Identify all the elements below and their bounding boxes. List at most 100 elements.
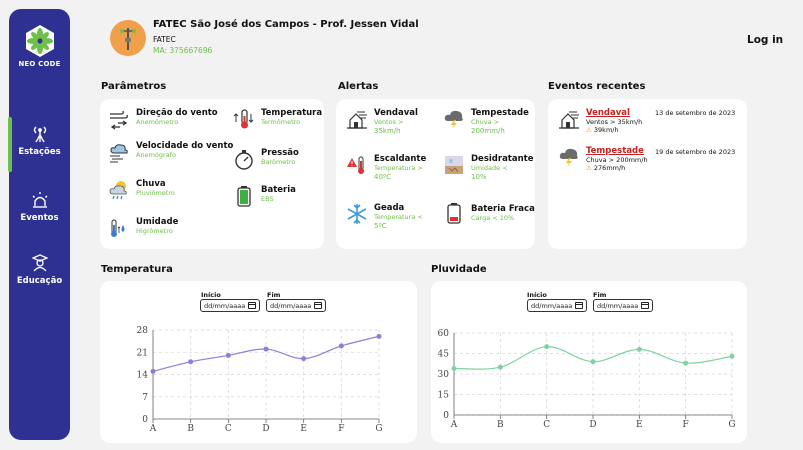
windy-house-icon bbox=[347, 111, 367, 129]
alert-item[interactable]: Desidratante Umidade <10% bbox=[443, 154, 533, 183]
institution-ma: MA: 375667696 bbox=[153, 46, 213, 55]
param-title: Temperatura bbox=[261, 108, 323, 118]
event-title: Vendaval bbox=[586, 108, 630, 118]
param-item[interactable]: Direção do vento Anemômetro bbox=[108, 108, 218, 130]
sidebar: NEO CODE Estações Eventos Educação bbox=[8, 9, 70, 440]
nav-item-eventos[interactable]: Eventos bbox=[9, 192, 70, 223]
data-point bbox=[544, 344, 550, 350]
pluvidade-chart: 0 15 30 45 60 A B C D E F G bbox=[438, 329, 736, 430]
param-sub: Barômetro bbox=[261, 158, 296, 166]
y-tick-label: 30 bbox=[438, 370, 450, 380]
event-item[interactable]: Vendaval Ventos > 35km/h ⚠ 39km/h bbox=[558, 108, 642, 135]
param-title: Pressão bbox=[261, 148, 299, 158]
x-tick-label: E bbox=[300, 424, 307, 434]
eventos-card: Vendaval Ventos > 35km/h ⚠ 39km/h 13 de … bbox=[548, 99, 747, 249]
alert-item[interactable]: Bateria Fraca Carga < 10% bbox=[443, 202, 535, 224]
logo-text: NEO CODE bbox=[18, 60, 61, 68]
nav-label: Educação bbox=[16, 276, 63, 286]
data-point bbox=[338, 343, 344, 349]
nav-item-educacao[interactable]: Educação bbox=[9, 254, 70, 286]
section-title-parametros: Parâmetros bbox=[101, 81, 167, 92]
nav-label: Eventos bbox=[20, 213, 59, 223]
alert-sub: Carga < 10% bbox=[471, 214, 515, 222]
temperatura-chart: 0 7 14 21 28 A B C D E F G bbox=[137, 326, 383, 434]
parametros-card: Direção do vento Anemômetro Temperatura Te… bbox=[100, 99, 324, 249]
param-item[interactable]: Bateria EBS bbox=[233, 185, 296, 207]
data-point bbox=[188, 359, 194, 365]
y-tick-label: 60 bbox=[438, 329, 450, 339]
x-tick-label: B bbox=[497, 420, 504, 430]
event-item[interactable]: Tempestade Chuva > 200mm/h ⚠ 276mm/h bbox=[558, 146, 648, 173]
data-point bbox=[683, 360, 689, 366]
y-tick-label: 0 bbox=[443, 411, 449, 421]
gauge-icon bbox=[235, 150, 253, 170]
data-point bbox=[263, 346, 269, 352]
nav-label: Estações bbox=[18, 147, 61, 157]
alert-title: Desidratante bbox=[471, 154, 534, 164]
x-tick-label: B bbox=[187, 424, 194, 434]
battery-icon bbox=[237, 186, 251, 207]
event-date: 19 de setembro de 2023 bbox=[655, 148, 736, 156]
x-tick-label: D bbox=[589, 420, 596, 430]
data-point bbox=[301, 356, 307, 362]
institution-name: FATEC São José dos Campos - Prof. Jessen… bbox=[153, 19, 419, 30]
alert-value: 200mm/h bbox=[471, 127, 505, 135]
param-sub: Pluviômetro bbox=[136, 189, 175, 197]
alert-item[interactable]: Tempestade Chuva >200mm/h bbox=[443, 108, 529, 137]
param-item[interactable]: Umidade Higrômetro bbox=[108, 217, 178, 239]
alert-sub: Temperatura < bbox=[374, 213, 423, 221]
alert-title: Escaldante bbox=[374, 154, 427, 164]
alertas-card: Vendaval Ventos >35km/h Tempestade Chuva >… bbox=[336, 99, 535, 249]
temperatura-card: Início dd/mm/aaaa Fim dd/mm/aaaa 0 7 14 21 2… bbox=[100, 281, 417, 443]
data-point bbox=[729, 353, 735, 359]
logo[interactable]: NEO CODE bbox=[9, 24, 70, 68]
alert-item[interactable]: Escaldante Temperatura >40ºC bbox=[346, 154, 426, 183]
data-point bbox=[636, 346, 642, 352]
antenna-icon bbox=[33, 126, 46, 143]
event-desc: Ventos > 35km/h bbox=[586, 118, 643, 126]
y-tick-label: 15 bbox=[438, 391, 450, 401]
low-battery-icon bbox=[447, 203, 461, 224]
event-value: ⚠ 39km/h bbox=[586, 126, 619, 134]
station-avatar bbox=[110, 20, 146, 56]
param-sub: Anemógrafo bbox=[136, 151, 176, 159]
x-tick-label: A bbox=[450, 420, 458, 430]
x-tick-label: F bbox=[338, 424, 344, 434]
y-tick-label: 45 bbox=[438, 350, 450, 360]
alert-title: Vendaval bbox=[374, 108, 418, 118]
data-point bbox=[451, 366, 457, 372]
event-title: Tempestade bbox=[586, 146, 644, 156]
pluvidade-card: Início dd/mm/aaaa Fim dd/mm/aaaa 0 15 30 45… bbox=[431, 281, 747, 443]
x-tick-label: C bbox=[225, 424, 232, 434]
data-point bbox=[376, 333, 382, 339]
humidity-icon bbox=[111, 219, 125, 237]
param-item[interactable]: Velocidade do vento Anemógrafo bbox=[108, 141, 233, 163]
event-desc: Chuva > 200mm/h bbox=[586, 156, 648, 164]
alert-title: Tempestade bbox=[471, 108, 529, 118]
param-item[interactable]: Pressão Barômetro bbox=[233, 148, 299, 170]
y-tick-label: 7 bbox=[142, 393, 148, 403]
storm-icon bbox=[559, 148, 578, 167]
hot-thermometer-icon bbox=[347, 156, 364, 174]
alert-sub: Ventos > bbox=[374, 118, 404, 126]
x-tick-label: D bbox=[262, 424, 269, 434]
param-sub: Anemômetro bbox=[136, 118, 179, 126]
wind-speed-icon bbox=[110, 144, 128, 163]
param-item[interactable]: Chuva Pluviômetro bbox=[108, 179, 175, 201]
alert-item[interactable]: Vendaval Ventos >35km/h bbox=[346, 108, 418, 137]
param-item[interactable]: Temperatura Termômetro bbox=[233, 108, 322, 130]
section-title-eventos: Eventos recentes bbox=[548, 81, 646, 92]
x-tick-label: C bbox=[543, 420, 550, 430]
param-title: Umidade bbox=[136, 217, 179, 227]
y-tick-label: 28 bbox=[137, 326, 149, 336]
siren-icon bbox=[32, 192, 47, 208]
institution-short: FATEC bbox=[153, 35, 176, 44]
warning-icon: ⚠ bbox=[586, 126, 592, 134]
alert-value: 40ºC bbox=[374, 173, 392, 181]
param-title: Direção do vento bbox=[136, 108, 218, 118]
nav-item-estacoes[interactable]: Estações bbox=[9, 125, 70, 157]
section-title-alertas: Alertas bbox=[338, 81, 379, 92]
login-link[interactable]: Log in bbox=[747, 34, 783, 46]
alert-item[interactable]: Geada Temperatura <5ºC bbox=[346, 203, 423, 232]
x-tick-label: A bbox=[149, 424, 157, 434]
